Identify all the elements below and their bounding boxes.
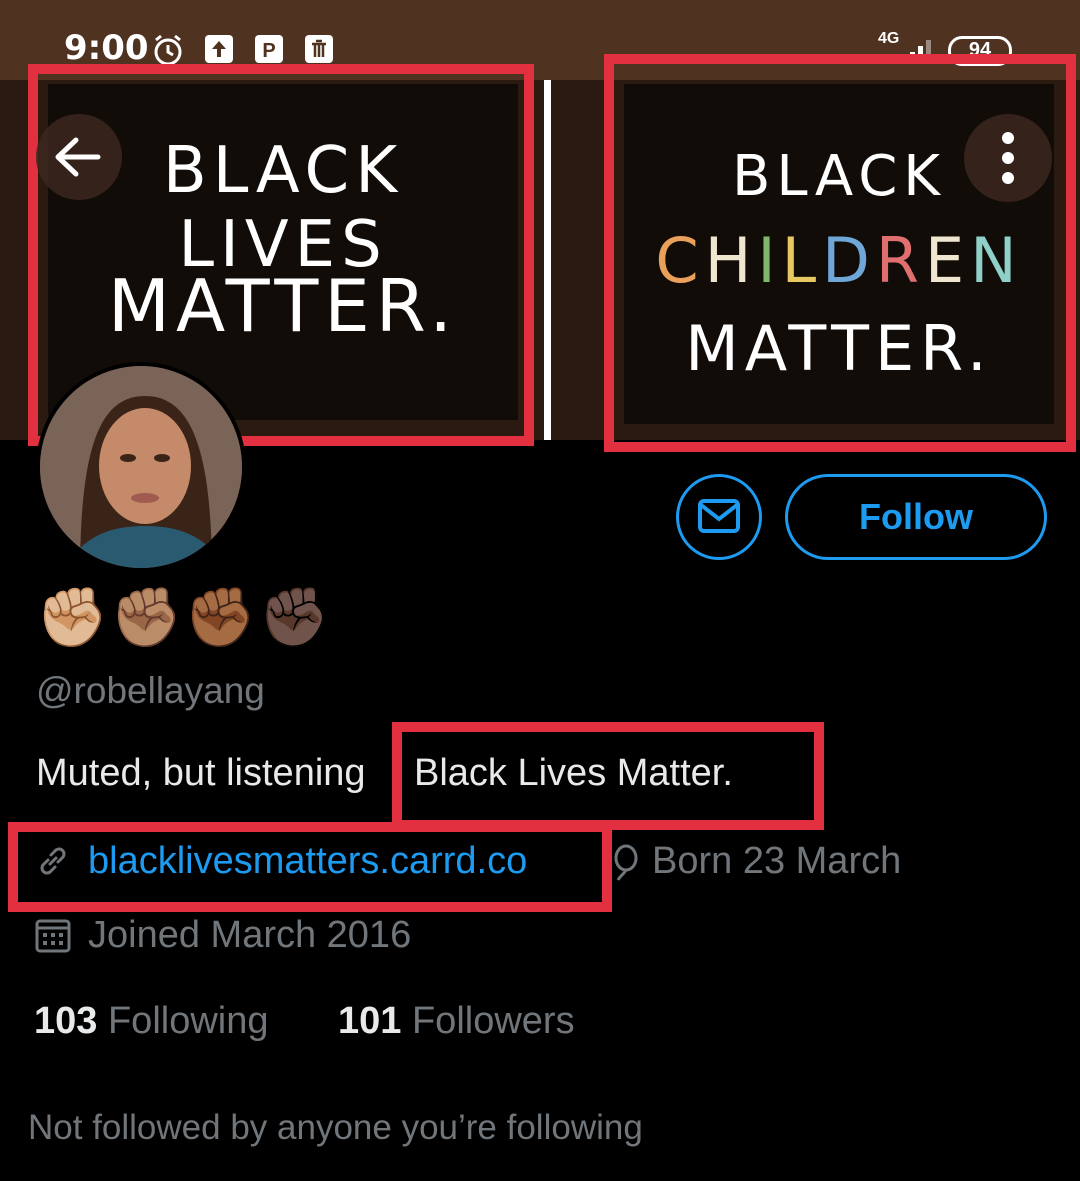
following-label: Following	[107, 1000, 269, 1042]
balloon-icon	[614, 844, 638, 881]
back-button[interactable]	[36, 114, 122, 200]
avatar[interactable]	[36, 362, 246, 572]
calendar-icon	[35, 919, 71, 953]
mail-icon	[698, 499, 740, 533]
upload-icon	[205, 35, 233, 63]
parking-icon: P	[255, 35, 283, 63]
display-name-emoji: ✊🏼✊🏽✊🏾✊🏿	[36, 585, 333, 650]
trash-icon	[305, 35, 333, 63]
more-vertical-icon	[1002, 132, 1014, 184]
banner-divider	[544, 80, 551, 440]
highlight-box-link	[8, 822, 612, 912]
bio-text-part1: Muted, but listening	[36, 752, 366, 794]
followers-count: 101	[338, 1000, 402, 1042]
mutual-followers-text: Not followed by anyone you’re following	[28, 1108, 643, 1147]
following-count-link[interactable]: 103 Following	[34, 1000, 269, 1043]
joined-date: Joined March 2016	[88, 914, 412, 956]
followers-label: Followers	[411, 1000, 575, 1042]
svg-text:P: P	[262, 40, 275, 62]
more-options-button[interactable]	[964, 114, 1052, 202]
following-count: 103	[34, 1000, 98, 1042]
status-time: 9:00	[64, 28, 149, 68]
network-type: 4G	[878, 30, 900, 47]
highlight-box-bio	[392, 722, 824, 830]
birthday-text: Born 23 March	[652, 840, 902, 882]
follow-button[interactable]: Follow	[785, 474, 1047, 560]
profile-handle: @robellayang	[36, 670, 265, 711]
followers-count-link[interactable]: 101 Followers	[338, 1000, 575, 1043]
alarm-icon	[154, 34, 182, 66]
back-arrow-icon	[55, 137, 101, 177]
profile-photo	[40, 366, 242, 568]
message-button[interactable]	[676, 474, 762, 560]
